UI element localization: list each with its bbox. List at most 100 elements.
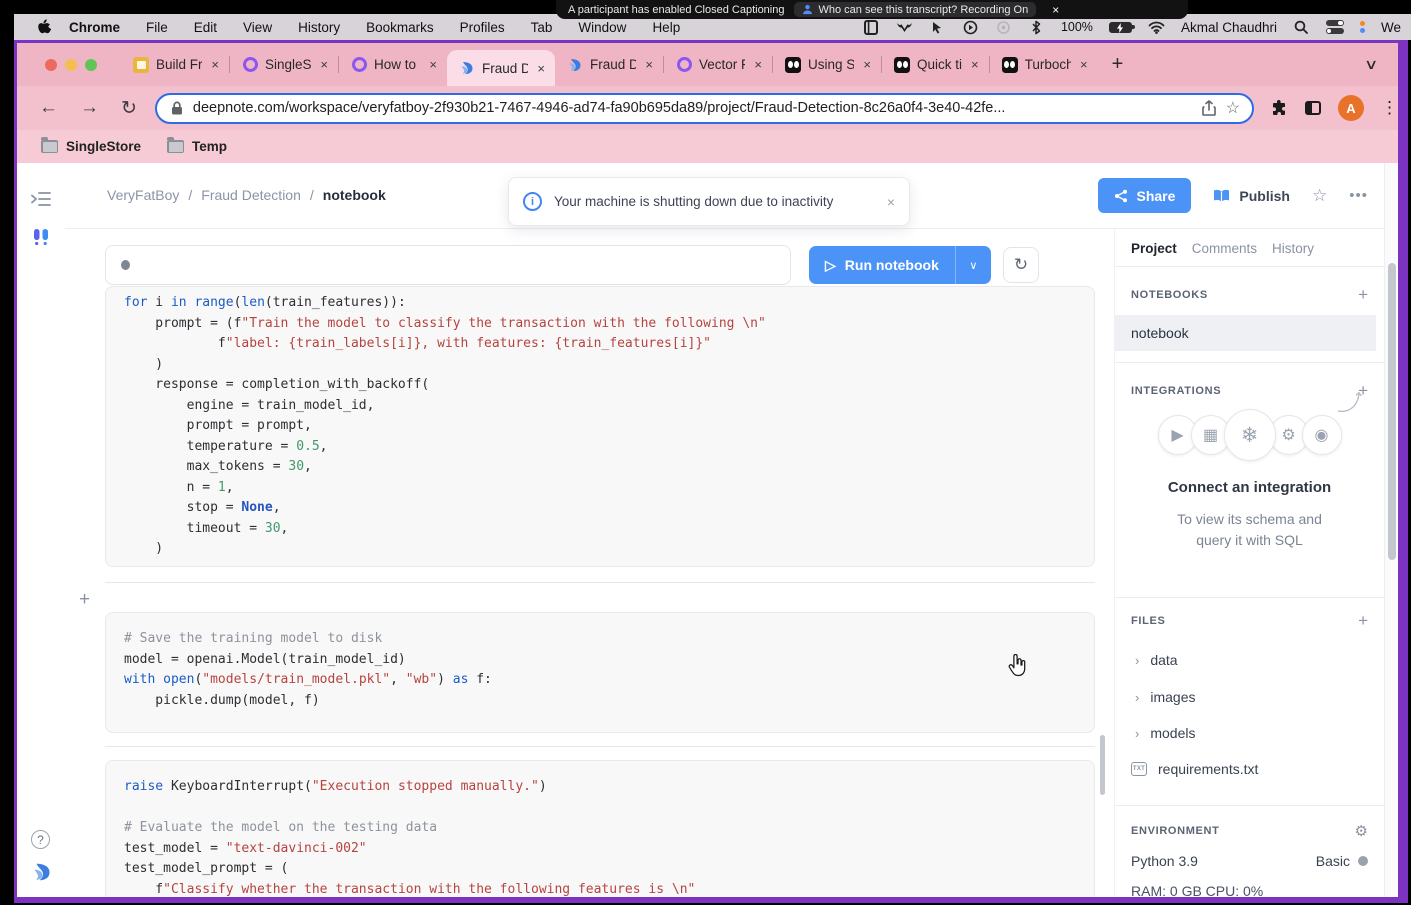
browser-toolbar: ← → ↻ deepnote.com/workspace/veryfatboy-… — [17, 86, 1398, 130]
menu-window[interactable]: Window — [578, 20, 626, 35]
tab-close-icon[interactable]: × — [754, 57, 762, 72]
tab-using-s[interactable]: Using S × — [773, 48, 881, 82]
bookmark-folder-temp[interactable]: Temp — [167, 139, 227, 154]
sidebar-item-notebook[interactable]: notebook — [1115, 315, 1376, 351]
notebook-scrollbar-thumb[interactable] — [1100, 735, 1105, 795]
control-center-icon[interactable] — [1326, 20, 1344, 34]
integration-icon-snowflake[interactable]: ❄ — [1224, 409, 1276, 461]
notebook-app-icon[interactable] — [863, 20, 880, 35]
battery-icon[interactable] — [1109, 22, 1132, 33]
add-file-button[interactable]: + — [1358, 611, 1368, 631]
wifi-icon[interactable] — [1148, 20, 1165, 35]
tab-fraud-detection-2[interactable]: Fraud D × — [555, 48, 663, 82]
tab-how-to[interactable]: How to I × — [339, 48, 447, 82]
forward-button[interactable]: → — [80, 97, 99, 119]
chrome-menu-icon[interactable]: ⋮ — [1381, 98, 1398, 118]
battery-percent: 100% — [1061, 20, 1093, 34]
tab-close-icon[interactable]: × — [863, 57, 871, 72]
chevron-right-icon: › — [1135, 690, 1139, 705]
airplay-icon[interactable] — [995, 20, 1012, 35]
tab-close-icon[interactable]: × — [429, 57, 437, 72]
share-button[interactable]: Share — [1098, 178, 1192, 213]
banner-close-icon[interactable]: × — [1052, 3, 1059, 17]
tab-vector[interactable]: Vector F × — [664, 48, 772, 82]
code-cell-save-model[interactable]: # Save the training model to diskmodel =… — [105, 612, 1095, 733]
bat-app-icon[interactable] — [896, 20, 913, 35]
menu-file[interactable]: File — [146, 20, 168, 35]
menu-chrome[interactable]: Chrome — [69, 20, 120, 35]
page-scrollbar-thumb[interactable] — [1388, 263, 1396, 560]
reload-button[interactable]: ↻ — [121, 97, 137, 120]
publish-button[interactable]: Publish — [1213, 188, 1290, 204]
menubar-extra-app-icon[interactable] — [1360, 21, 1365, 33]
tab-close-icon[interactable]: × — [971, 57, 979, 72]
page-scrollbar[interactable] — [1384, 163, 1398, 897]
bookmark-folder-singlestore[interactable]: SingleStore — [41, 139, 141, 154]
env-plan[interactable]: Basic — [1316, 853, 1368, 869]
side-panel-icon[interactable] — [1305, 101, 1321, 115]
tab-close-icon[interactable]: × — [645, 57, 653, 72]
folder-row-data[interactable]: › data — [1135, 652, 1178, 668]
menu-bookmarks[interactable]: Bookmarks — [366, 20, 434, 35]
tab-close-icon[interactable]: × — [320, 57, 328, 72]
code-cell-evaluate[interactable]: raise KeyboardInterrupt("Execution stopp… — [105, 760, 1095, 897]
cursor-app-icon[interactable] — [929, 20, 946, 35]
new-tab-button[interactable]: + — [1112, 53, 1124, 76]
ai-prompt-cell[interactable] — [105, 245, 791, 285]
minimize-window-button[interactable] — [65, 59, 77, 71]
menu-view[interactable]: View — [243, 20, 272, 35]
tab-close-icon[interactable]: × — [1080, 57, 1088, 72]
run-notebook-button[interactable]: ▷ Run notebook — [809, 246, 955, 284]
breadcrumb-workspace[interactable]: VeryFatBoy — [107, 187, 179, 203]
sidebar-tab-project[interactable]: Project — [1131, 241, 1177, 256]
menu-profiles[interactable]: Profiles — [460, 20, 505, 35]
share-page-icon[interactable] — [1202, 100, 1216, 116]
collapse-sidebar-icon[interactable] — [31, 191, 51, 207]
menu-help[interactable]: Help — [652, 20, 680, 35]
bookmark-star-icon[interactable]: ☆ — [1226, 98, 1240, 118]
code-cell-train-loop[interactable]: for i in range(len(train_features)): pro… — [105, 286, 1095, 567]
table-of-contents-icon[interactable] — [31, 227, 51, 247]
apple-logo-icon[interactable] — [36, 19, 51, 36]
transcript-pill[interactable]: Who can see this transcript? Recording O… — [794, 2, 1036, 17]
extensions-puzzle-icon[interactable] — [1270, 99, 1288, 117]
toast-close-icon[interactable]: × — [887, 194, 895, 210]
back-button[interactable]: ← — [39, 97, 58, 119]
spotlight-search-icon[interactable] — [1293, 20, 1310, 35]
profile-avatar[interactable]: A — [1338, 95, 1364, 121]
tab-close-icon[interactable]: × — [537, 61, 545, 76]
tab-quick-tip[interactable]: Quick ti × — [882, 48, 989, 82]
tab-build-fra[interactable]: Build Fra × — [121, 48, 229, 82]
menu-tab[interactable]: Tab — [531, 20, 553, 35]
breadcrumb-project[interactable]: Fraud Detection — [201, 187, 301, 203]
menu-history[interactable]: History — [298, 20, 340, 35]
folder-row-images[interactable]: › images — [1135, 689, 1195, 705]
address-bar[interactable]: deepnote.com/workspace/veryfatboy-2f930b… — [155, 93, 1254, 124]
run-options-chevron[interactable]: ∨ — [955, 246, 991, 284]
sidebar-tab-history[interactable]: History — [1272, 241, 1314, 256]
tab-fraud-detection-active[interactable]: Fraud D × — [447, 50, 555, 86]
tab-turbocharge[interactable]: Turboch × — [990, 48, 1098, 82]
environment-settings-gear-icon[interactable]: ⚙ — [1355, 822, 1368, 840]
tab-singlestore[interactable]: SingleSt × — [230, 48, 338, 82]
sidebar-tab-comments[interactable]: Comments — [1192, 241, 1257, 256]
help-icon[interactable]: ? — [31, 830, 50, 849]
tab-close-icon[interactable]: × — [211, 57, 219, 72]
left-rail: ? — [17, 163, 65, 897]
more-options-icon[interactable]: ••• — [1349, 187, 1368, 204]
integration-icon-postgres[interactable]: ◉ — [1302, 415, 1342, 455]
menubar-username[interactable]: Akmal Chaudhri — [1181, 20, 1277, 35]
bluetooth-icon[interactable] — [1028, 20, 1045, 35]
tab-search-chevron-icon[interactable]: ∨ — [1364, 56, 1378, 73]
play-circle-icon[interactable] — [962, 20, 979, 35]
add-cell-button[interactable]: + — [79, 589, 90, 611]
file-row-requirements[interactable]: TXT requirements.txt — [1131, 761, 1258, 777]
person-icon — [802, 4, 813, 15]
menu-edit[interactable]: Edit — [194, 20, 217, 35]
restart-machine-button[interactable]: ↻ — [1003, 247, 1039, 283]
folder-row-models[interactable]: › models — [1135, 725, 1195, 741]
maximize-window-button[interactable] — [85, 59, 97, 71]
add-notebook-button[interactable]: + — [1358, 285, 1368, 305]
close-window-button[interactable] — [45, 59, 57, 71]
favorite-star-icon[interactable]: ☆ — [1312, 186, 1327, 206]
